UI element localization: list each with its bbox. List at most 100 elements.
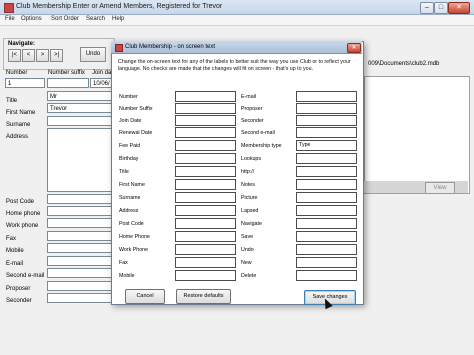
dlg-field-picture[interactable] xyxy=(296,192,357,203)
dlg-label-save: Save xyxy=(241,234,254,240)
dlg-label-number: Number xyxy=(119,94,138,100)
dlg-field-surname[interactable] xyxy=(175,192,236,203)
dlg-label-address: Address xyxy=(119,208,139,214)
dlg-field-mobile[interactable] xyxy=(175,270,236,281)
seconder-label: Seconder xyxy=(6,298,32,304)
second-email-field[interactable] xyxy=(47,268,112,278)
mobile-field[interactable] xyxy=(47,243,112,253)
dlg-label-fax: Fax xyxy=(119,260,128,266)
next-record-button[interactable]: > xyxy=(36,49,49,62)
dlg-field-email[interactable] xyxy=(296,91,357,102)
join-date-field[interactable]: 10/06/ xyxy=(90,78,112,88)
dlg-field-birthday[interactable] xyxy=(175,153,236,164)
email-field[interactable] xyxy=(47,256,112,266)
dlg-field-notes[interactable] xyxy=(296,179,357,190)
surname-field[interactable] xyxy=(47,116,112,126)
home-phone-field[interactable] xyxy=(47,206,112,216)
dlg-field-proposer[interactable] xyxy=(296,103,357,114)
dlg-field-undo[interactable] xyxy=(296,244,357,255)
post-code-field[interactable] xyxy=(47,194,112,204)
last-record-button[interactable]: >| xyxy=(50,49,63,62)
dlg-field-address[interactable] xyxy=(175,205,236,216)
dlg-field-second-email[interactable] xyxy=(296,127,357,138)
dlg-field-post-code[interactable] xyxy=(175,218,236,229)
dlg-label-surname: Surname xyxy=(119,195,141,201)
undo-button[interactable]: Undo xyxy=(80,47,106,62)
restore-defaults-button[interactable]: Restore defaults xyxy=(176,289,231,304)
dlg-label-proposer: Proposer xyxy=(241,106,263,112)
surname-label: Surname xyxy=(6,122,31,128)
fax-field[interactable] xyxy=(47,231,112,241)
title-field[interactable]: Mr xyxy=(47,91,112,101)
seconder-field[interactable] xyxy=(47,293,112,303)
minimize-icon[interactable]: – xyxy=(420,2,434,14)
dlg-label-title: Title xyxy=(119,169,129,175)
dlg-field-home-phone[interactable] xyxy=(175,231,236,242)
menu-file[interactable]: File xyxy=(5,16,15,22)
address-label: Address xyxy=(6,134,29,140)
dlg-field-lookups[interactable] xyxy=(296,153,357,164)
menu-options[interactable]: Options xyxy=(21,16,42,22)
dlg-field-work-phone[interactable] xyxy=(175,244,236,255)
dlg-label-lapsed: Lapsed xyxy=(241,208,259,214)
dlg-field-delete[interactable] xyxy=(296,270,357,281)
dlg-label-new: New xyxy=(241,260,252,266)
menu-search[interactable]: Search xyxy=(86,16,105,22)
fax-label: Fax xyxy=(6,236,17,242)
dlg-field-lapsed[interactable] xyxy=(296,205,357,216)
proposer-label: Proposer xyxy=(6,286,31,292)
dialog-instructions: Change the on-screen text for any of the… xyxy=(118,59,351,72)
work-phone-field[interactable] xyxy=(47,218,112,228)
dlg-field-title[interactable] xyxy=(175,166,236,177)
view-button[interactable]: View xyxy=(425,182,455,194)
menu-sort-order[interactable]: Sort Order xyxy=(51,16,79,22)
dlg-label-number-suffix: Number Suffix xyxy=(119,106,153,112)
dlg-field-new[interactable] xyxy=(296,257,357,268)
dlg-field-number-suffix[interactable] xyxy=(175,103,236,114)
menu-help[interactable]: Help xyxy=(112,16,124,22)
dlg-field-fee-paid[interactable] xyxy=(175,140,236,151)
proposer-field[interactable] xyxy=(47,281,112,291)
dlg-field-seconder[interactable] xyxy=(296,115,357,126)
close-icon[interactable]: ✕ xyxy=(448,2,470,14)
dlg-label-home-phone: Home Phone xyxy=(119,234,150,240)
number-field[interactable]: 1 xyxy=(5,78,45,88)
dlg-field-number[interactable] xyxy=(175,91,236,102)
dlg-field-navigate[interactable] xyxy=(296,218,357,229)
second-email-label: Second e-mail xyxy=(6,273,45,279)
database-path: 009\Documents\club2.mdb xyxy=(368,61,440,67)
dlg-label-seconder: Seconder xyxy=(241,118,264,124)
dlg-label-first-name: First Name xyxy=(119,182,145,188)
home-phone-label: Home phone xyxy=(6,211,41,217)
dlg-field-first-name[interactable] xyxy=(175,179,236,190)
dlg-label-second-email: Second e-mail xyxy=(241,130,275,136)
title-label: Title xyxy=(6,98,18,104)
dlg-label-birthday: Birthday xyxy=(119,156,139,162)
dlg-label-delete: Delete xyxy=(241,273,257,279)
maximize-icon[interactable]: □ xyxy=(434,2,448,14)
dlg-field-save[interactable] xyxy=(296,231,357,242)
join-date-column-label: Join da xyxy=(92,70,112,76)
dlg-label-join-date: Join Date xyxy=(119,118,142,124)
dlg-field-join-date[interactable] xyxy=(175,115,236,126)
first-name-label: First Name xyxy=(6,110,36,116)
email-label: E-mail xyxy=(6,261,24,267)
dlg-label-mobile: Mobile xyxy=(119,273,135,279)
main-window-title: Club Membership Enter or Amend Members, … xyxy=(16,3,223,10)
address-field[interactable] xyxy=(47,128,112,192)
dlg-field-fax[interactable] xyxy=(175,257,236,268)
cancel-button[interactable]: Cancel xyxy=(125,289,165,304)
dlg-label-email: E-mail xyxy=(241,94,257,100)
dlg-field-renewal-date[interactable] xyxy=(175,127,236,138)
post-code-label: Post Code xyxy=(6,199,35,205)
previous-record-button[interactable]: < xyxy=(22,49,35,62)
dlg-label-http: http:// xyxy=(241,169,255,175)
dlg-label-renewal-date: Renewal Date xyxy=(119,130,153,136)
number-suffix-field[interactable] xyxy=(47,78,89,88)
first-record-button[interactable]: |< xyxy=(8,49,21,62)
dlg-label-picture: Picture xyxy=(241,195,258,201)
dlg-field-http[interactable] xyxy=(296,166,357,177)
dialog-close-icon[interactable]: ✕ xyxy=(347,43,361,53)
first-name-field[interactable]: Trevor xyxy=(47,103,112,113)
dlg-field-membership-type[interactable]: Type xyxy=(296,140,357,151)
